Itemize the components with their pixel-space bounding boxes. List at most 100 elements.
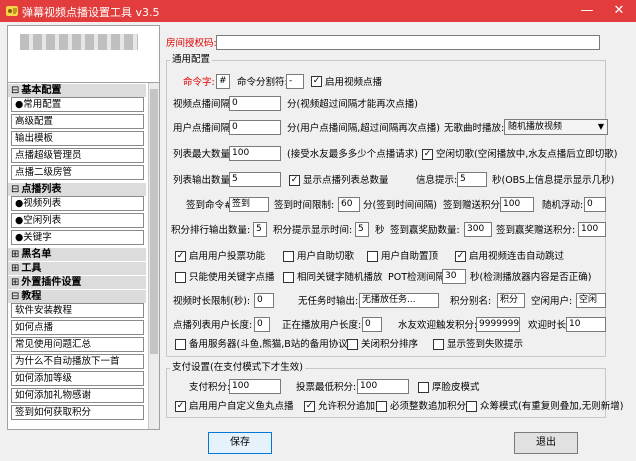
idle-switch-checkbox[interactable]: ✓ [422, 149, 433, 160]
min-vote-input[interactable]: 100 [357, 379, 409, 394]
keyword-only-label: 只能使用关键字点播 [189, 272, 275, 283]
window-title: 弹幕视频点播设置工具 v3.5 [22, 6, 160, 19]
sidebar-item-14[interactable]: 软件安装教程 [11, 303, 144, 318]
max-list-input[interactable]: 100 [229, 146, 281, 161]
pot-input[interactable]: 30 [442, 269, 466, 284]
tree-group-label: 黑名单 [21, 249, 52, 260]
tree-group-label: 工具 [21, 263, 42, 274]
user-interval-note: 分(用户点播间隔,超过间隔再次点播) [287, 123, 440, 134]
sidebar-item-16[interactable]: 常见使用问题汇总 [11, 337, 144, 352]
points-time-input[interactable]: 5 [355, 222, 369, 237]
signin-cmd-input[interactable]: 签到 [229, 197, 269, 212]
points-out-label: 积分排行输出数量: [171, 225, 251, 236]
idle-user-input[interactable]: 空闲 [576, 293, 606, 308]
sidebar-item-18[interactable]: 如何添加等级 [11, 371, 144, 386]
show-total-checkbox[interactable]: ✓ [289, 175, 300, 186]
welcome-time-input[interactable]: 10 [566, 317, 606, 332]
signin-points-input[interactable]: 100 [500, 197, 534, 212]
pot-label: POT检测间隔: [388, 272, 449, 283]
min-vote-label: 投票最低积分: [296, 382, 357, 393]
must-whole-checkbox[interactable] [376, 401, 387, 412]
expand-toggle-icon[interactable]: ⊞ [11, 249, 19, 260]
video-limit-input[interactable]: 0 [254, 293, 274, 308]
sidebar-item-4[interactable]: 点播超级管理员 [11, 148, 144, 163]
user-auto-switch-checkbox[interactable] [283, 251, 294, 262]
sidebar-item-8[interactable]: ●空闲列表 [11, 213, 144, 228]
expand-toggle-icon[interactable]: ⊟ [11, 85, 19, 96]
save-button[interactable]: 保存 [208, 432, 272, 454]
video-interval-note: 分(视频超过间隔才能再次点播) [287, 99, 418, 110]
signin-limit-input[interactable]: 60 [338, 197, 360, 212]
auth-code-input[interactable] [216, 35, 600, 50]
sidebar-item-5[interactable]: 点播二级房管 [11, 165, 144, 180]
tree-group-13[interactable]: ⊟ 教程 [8, 290, 146, 303]
welcome-points-input[interactable]: 9999999 [476, 317, 520, 332]
expand-toggle-icon[interactable]: ⊟ [11, 291, 19, 302]
list-out-input[interactable]: 5 [229, 172, 281, 187]
sidebar-item-1[interactable]: ●常用配置 [11, 97, 144, 112]
allow-add-checkbox[interactable]: ✓ [304, 401, 315, 412]
points-alias-input[interactable]: 积分 [497, 293, 525, 308]
idle-play-value: 随机播放视频 [508, 122, 563, 132]
sidebar-item-7[interactable]: ●视频列表 [11, 196, 144, 211]
expand-toggle-icon[interactable]: ⊞ [11, 263, 19, 274]
sidebar-item-19[interactable]: 如何添加礼物感谢 [11, 388, 144, 403]
random-float-input[interactable]: 0 [584, 197, 606, 212]
crowd-mode-checkbox[interactable] [466, 401, 477, 412]
pay-points-input[interactable]: 100 [229, 379, 281, 394]
auto-skip-label: 启用视频连击自动跳过 [469, 251, 565, 262]
backup-server-checkbox[interactable] [175, 339, 186, 350]
tree-group-12[interactable]: ⊞ 外置插件设置 [8, 276, 146, 289]
keyword-only-checkbox[interactable] [175, 272, 186, 283]
list-user-len-input[interactable]: 0 [254, 317, 270, 332]
idle-play-select[interactable]: 随机播放视频 ▼ [504, 119, 608, 135]
show-total-label: 显示点播列表总数量 [303, 175, 389, 186]
tree-scrollbar[interactable] [148, 83, 159, 429]
app-logo-icon [6, 6, 18, 16]
tree-group-11[interactable]: ⊞ 工具 [8, 262, 146, 275]
info-tip-input[interactable]: 5 [457, 172, 487, 187]
backup-server-label: 备用服务器(斗鱼,熊猫,B站的备用协议) [189, 339, 352, 350]
sidebar-item-15[interactable]: 如何点播 [11, 320, 144, 335]
user-vote-label: 启用用户投票功能 [189, 251, 266, 262]
sidebar-item-17[interactable]: 为什么不自动播放下一首 [11, 354, 144, 369]
tree-group-10[interactable]: ⊞ 黑名单 [8, 248, 146, 261]
sidebar-item-3[interactable]: 输出模板 [11, 131, 144, 146]
auto-skip-checkbox[interactable]: ✓ [455, 251, 466, 262]
tree-scroll-thumb[interactable] [150, 89, 158, 354]
user-top-checkbox[interactable] [367, 251, 378, 262]
close-button[interactable]: ✕ [604, 0, 634, 22]
same-keyword-checkbox[interactable] [283, 272, 294, 283]
sep-input[interactable]: - [286, 74, 304, 89]
custom-fish-checkbox[interactable]: ✓ [175, 401, 186, 412]
sign-first-input[interactable]: 300 [464, 222, 492, 237]
chevron-down-icon: ▼ [597, 122, 604, 131]
expand-toggle-icon[interactable]: ⊞ [11, 277, 19, 288]
sidebar-item-2[interactable]: 高级配置 [11, 114, 144, 129]
user-interval-label: 用户点播间隔: [173, 123, 234, 134]
cmd-input[interactable]: # [216, 74, 230, 89]
tree-group-0[interactable]: ⊟ 基本配置 [8, 84, 146, 97]
exit-button[interactable]: 退出 [514, 432, 578, 454]
close-rank-label: 关闭积分排序 [361, 339, 419, 350]
nav-tree[interactable]: 签到如何获取积分 如何添加礼物感谢 如何添加等级 为什么不自动播放下一首 常见使用问题汇… [8, 82, 159, 429]
minimize-button[interactable]: — [572, 0, 602, 22]
thick-mode-checkbox[interactable] [418, 382, 429, 393]
user-vote-checkbox[interactable]: ✓ [175, 251, 186, 262]
expand-toggle-icon[interactable]: ⊟ [11, 184, 19, 195]
no-task-input[interactable]: 无播放任务... [359, 293, 439, 308]
points-out-input[interactable]: 5 [253, 222, 267, 237]
sign-first-points-input[interactable]: 100 [578, 222, 606, 237]
close-rank-checkbox[interactable] [347, 339, 358, 350]
user-interval-input[interactable]: 0 [229, 120, 281, 135]
show-fail-checkbox[interactable] [433, 339, 444, 350]
points-alias-label: 积分别名: [450, 296, 492, 307]
must-whole-label: 必须整数追加积分 [390, 401, 467, 412]
tree-group-6[interactable]: ⊟ 点播列表 [8, 183, 146, 196]
sidebar-item-20[interactable]: 签到如何获取积分 [11, 405, 144, 420]
enable-video-checkbox[interactable]: ✓ [311, 76, 322, 87]
signin-cmd-label: 签到命令# [186, 200, 232, 211]
video-interval-input[interactable]: 0 [229, 96, 281, 111]
playing-user-len-input[interactable]: 0 [362, 317, 382, 332]
sidebar-item-9[interactable]: ●关键字 [11, 230, 144, 245]
